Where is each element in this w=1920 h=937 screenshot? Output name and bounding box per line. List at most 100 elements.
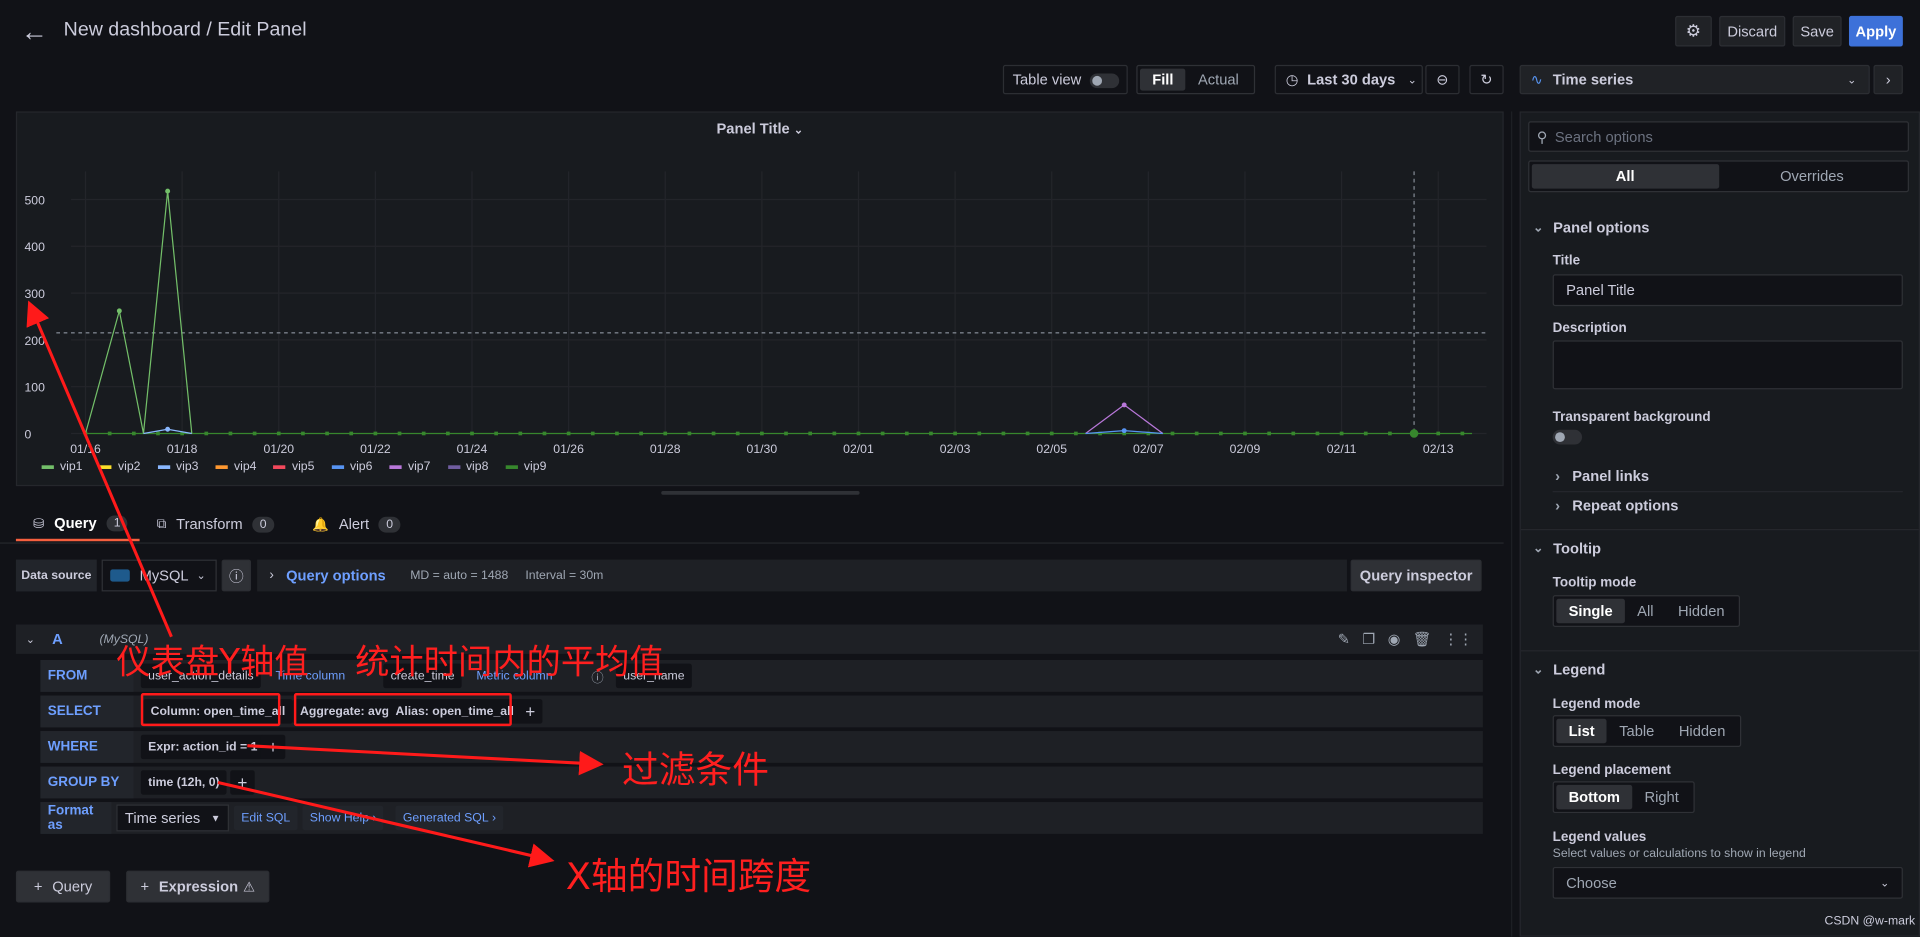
generated-sql-button[interactable]: Generated SQL ›: [395, 805, 504, 831]
chevron-down-icon: ⌄: [196, 568, 206, 582]
plus-icon: +: [33, 877, 43, 896]
series-point-baseline: [904, 431, 909, 436]
discard-button[interactable]: Discard: [1719, 15, 1786, 47]
y-tick-label: 500: [24, 193, 45, 207]
resize-handle[interactable]: [661, 491, 860, 495]
tooltip-mode-select[interactable]: Single All Hidden: [1552, 595, 1741, 627]
fill-option[interactable]: Fill: [1140, 68, 1186, 91]
title-input[interactable]: Panel Title: [1552, 274, 1903, 307]
legend-values-label: Legend values: [1552, 830, 1647, 845]
refresh-button[interactable]: ↻: [1469, 64, 1504, 95]
legend-mode-select[interactable]: List Table Hidden: [1552, 715, 1742, 747]
legend-item-vip4[interactable]: vip4: [215, 460, 257, 474]
table-view-toggle[interactable]: Table view: [1002, 64, 1128, 95]
series-point-baseline: [349, 431, 354, 436]
add-where-button[interactable]: +: [260, 734, 286, 760]
tab-query[interactable]: ⛁ Query 1: [15, 507, 140, 542]
y-tick-label: 400: [24, 240, 45, 254]
series-point-vip1: [165, 188, 171, 194]
legend-item-vip6[interactable]: vip6: [331, 460, 372, 474]
tab-transform[interactable]: ⧉ Transform 0: [157, 507, 274, 541]
format-select[interactable]: Time series ▼: [116, 804, 229, 832]
legend-item-vip9[interactable]: vip9: [505, 460, 546, 474]
filter-overrides[interactable]: Overrides: [1719, 164, 1906, 188]
back-arrow-icon[interactable]: ←: [21, 16, 48, 47]
legend-label: vip8: [465, 460, 489, 474]
save-button[interactable]: Save: [1792, 15, 1842, 47]
legend-hidden[interactable]: Hidden: [1667, 719, 1738, 743]
description-textarea[interactable]: [1552, 340, 1903, 390]
repeat-options-section[interactable]: › Repeat options: [1555, 497, 1678, 514]
duplicate-icon[interactable]: ❐: [1362, 631, 1375, 648]
legend-section[interactable]: ⌄ Legend: [1533, 661, 1605, 678]
query-inspector-button[interactable]: Query inspector: [1350, 559, 1482, 592]
datasource-select[interactable]: MySQL ⌄: [101, 559, 217, 592]
legend-list[interactable]: List: [1556, 718, 1607, 744]
apply-button[interactable]: Apply: [1848, 15, 1903, 47]
legend-placement-select[interactable]: Bottom Right: [1552, 781, 1695, 814]
legend-values-desc: Select values or calculations to show in…: [1552, 847, 1806, 861]
legend-item-vip3[interactable]: vip3: [157, 460, 198, 474]
query-options-bar[interactable]: › Query options MD = auto = 1488 Interva…: [257, 559, 1347, 592]
legend-item-vip7[interactable]: vip7: [389, 460, 430, 474]
series-point-baseline: [566, 431, 571, 436]
legend-swatch: [447, 465, 460, 469]
edit-sql-button[interactable]: Edit SQL: [233, 805, 298, 831]
series-point-baseline: [1363, 431, 1368, 436]
drag-handle-icon[interactable]: ⋮⋮: [1444, 631, 1473, 648]
legend-table[interactable]: Table: [1607, 719, 1667, 743]
search-options-input[interactable]: ⚲ Search options: [1528, 121, 1909, 152]
edit-icon[interactable]: ✎: [1338, 631, 1350, 648]
legend-item-vip8[interactable]: vip8: [447, 460, 489, 474]
show-help-button[interactable]: Show Help ›: [302, 805, 384, 831]
groupby-value[interactable]: time (12h, 0): [140, 770, 227, 795]
table-view-switch[interactable]: [1089, 73, 1120, 89]
legend-item-vip5[interactable]: vip5: [273, 460, 314, 474]
filter-all[interactable]: All: [1531, 164, 1719, 189]
chart-panel: Panel Title ⌄ 500 400 300 200 100 0 01/16 01/18…: [15, 111, 1504, 487]
add-groupby-button[interactable]: +: [230, 770, 255, 795]
tab-alert[interactable]: 🔔 Alert 0: [312, 507, 401, 541]
where-expr[interactable]: Expr: action_id = 1: [140, 734, 265, 760]
x-tick-label: 02/11: [1327, 442, 1357, 456]
transparent-toggle[interactable]: [1552, 429, 1583, 445]
tooltip-all[interactable]: All: [1625, 599, 1666, 623]
x-tick-label: 01/30: [747, 442, 778, 456]
panel-options-section[interactable]: ⌄ Panel options: [1533, 219, 1649, 236]
time-range-picker[interactable]: ◷ Last 30 days ⌄: [1274, 64, 1423, 95]
legend-bottom[interactable]: Bottom: [1556, 784, 1633, 810]
gear-icon: ⚙: [1685, 20, 1702, 41]
add-select-button[interactable]: +: [517, 699, 543, 724]
help-icon: ⓘ: [228, 567, 244, 585]
description-label: Description: [1552, 320, 1627, 336]
tooltip-single[interactable]: Single: [1556, 598, 1625, 624]
visualization-picker[interactable]: ∿ Time series ⌄: [1519, 64, 1870, 95]
tab-count-badge: 1: [106, 514, 128, 531]
options-filter[interactable]: All Overrides: [1528, 160, 1909, 193]
fill-actual-toggle[interactable]: Fill Actual: [1136, 64, 1255, 95]
panel-links-section[interactable]: › Panel links: [1555, 468, 1649, 485]
series-point-baseline: [397, 431, 402, 436]
legend-item-vip2[interactable]: vip2: [99, 460, 140, 474]
add-query-button[interactable]: + Query: [15, 870, 111, 903]
legend-item-vip1[interactable]: vip1: [41, 460, 82, 474]
legend-swatch: [99, 465, 112, 469]
trash-icon[interactable]: 🗑: [1413, 631, 1432, 648]
tooltip-hidden[interactable]: Hidden: [1666, 599, 1737, 623]
add-expression-button[interactable]: + Expression ⚠: [126, 870, 270, 903]
series-point-baseline: [735, 431, 740, 436]
series-point-baseline: [494, 431, 498, 436]
series-point-baseline: [276, 431, 281, 436]
tooltip-section[interactable]: ⌄ Tooltip: [1533, 540, 1601, 557]
breadcrumb: New dashboard / Edit Panel: [63, 19, 307, 41]
datasource-help-button[interactable]: ⓘ: [221, 559, 252, 592]
time-series-chart[interactable]: 500 400 300 200 100 0 01/16 01/18 01/20 01/22 01/2…: [17, 113, 1502, 485]
zoom-out-button[interactable]: ⊖: [1425, 64, 1460, 95]
settings-gear-button[interactable]: ⚙: [1675, 15, 1712, 47]
legend-label: vip4: [233, 460, 257, 474]
legend-right[interactable]: Right: [1632, 785, 1691, 809]
legend-values-select[interactable]: Choose ⌄: [1552, 866, 1903, 899]
eye-icon[interactable]: ◉: [1388, 631, 1401, 648]
actual-option[interactable]: Actual: [1186, 69, 1251, 91]
collapse-options-button[interactable]: ›: [1873, 64, 1903, 95]
